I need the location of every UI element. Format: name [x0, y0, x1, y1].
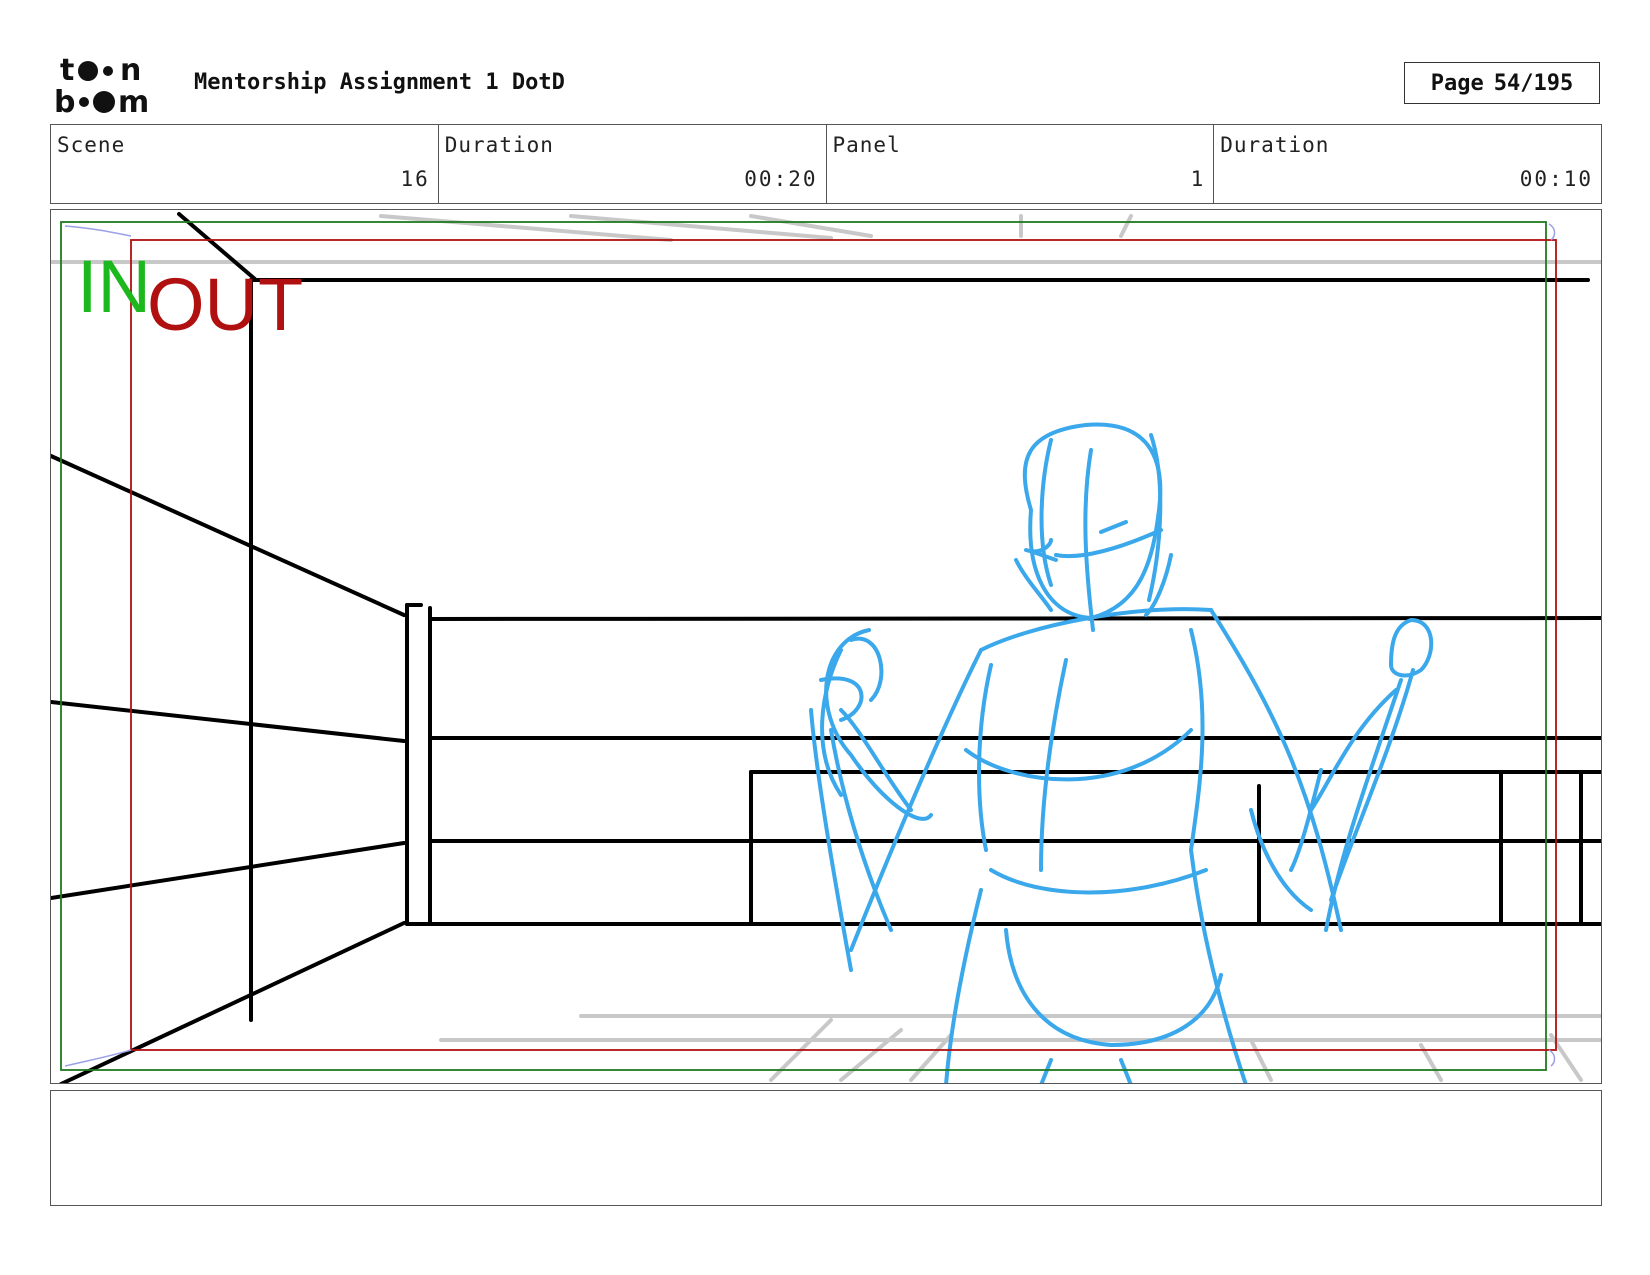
out-frame-label: OUT: [147, 263, 304, 346]
svg-text:n: n: [120, 54, 141, 88]
panel-value: 1: [1190, 167, 1206, 191]
page-value: 54/195: [1493, 70, 1574, 96]
scene-cell: Scene 16: [51, 125, 439, 203]
scene-duration-label: Duration: [444, 133, 554, 157]
character-sketch: [809, 422, 1434, 1083]
safe-frame-in: [60, 221, 1547, 1071]
scene-label: Scene: [57, 133, 126, 157]
page-label: Page: [1430, 70, 1484, 96]
panel-duration-label: Duration: [1220, 133, 1330, 157]
panel-label: Panel: [832, 133, 901, 157]
svg-text:b: b: [54, 85, 75, 116]
project-title: Mentorship Assignment 1 DotD: [194, 70, 565, 95]
svg-text:m: m: [118, 85, 149, 116]
camera-arrows: [64, 223, 1556, 1067]
panel-info-row: Scene 16 Duration 00:20 Panel 1 Duration…: [50, 124, 1602, 204]
scene-duration-value: 00:20: [744, 167, 818, 191]
svg-text:t: t: [60, 54, 74, 88]
page-indicator: Page 54/195: [1404, 62, 1600, 104]
in-frame-label: IN: [77, 245, 151, 328]
scene-duration-cell: Duration 00:20: [439, 125, 827, 203]
storyboard-panel: IN OUT: [50, 209, 1602, 1084]
panel-duration-value: 00:10: [1519, 167, 1593, 191]
panel-cell: Panel 1: [827, 125, 1215, 203]
panel-duration-cell: Duration 00:10: [1214, 125, 1601, 203]
scene-value: 16: [400, 167, 430, 191]
toonboom-logo: t n b m: [54, 54, 149, 116]
panel-notes-box: [50, 1090, 1602, 1206]
